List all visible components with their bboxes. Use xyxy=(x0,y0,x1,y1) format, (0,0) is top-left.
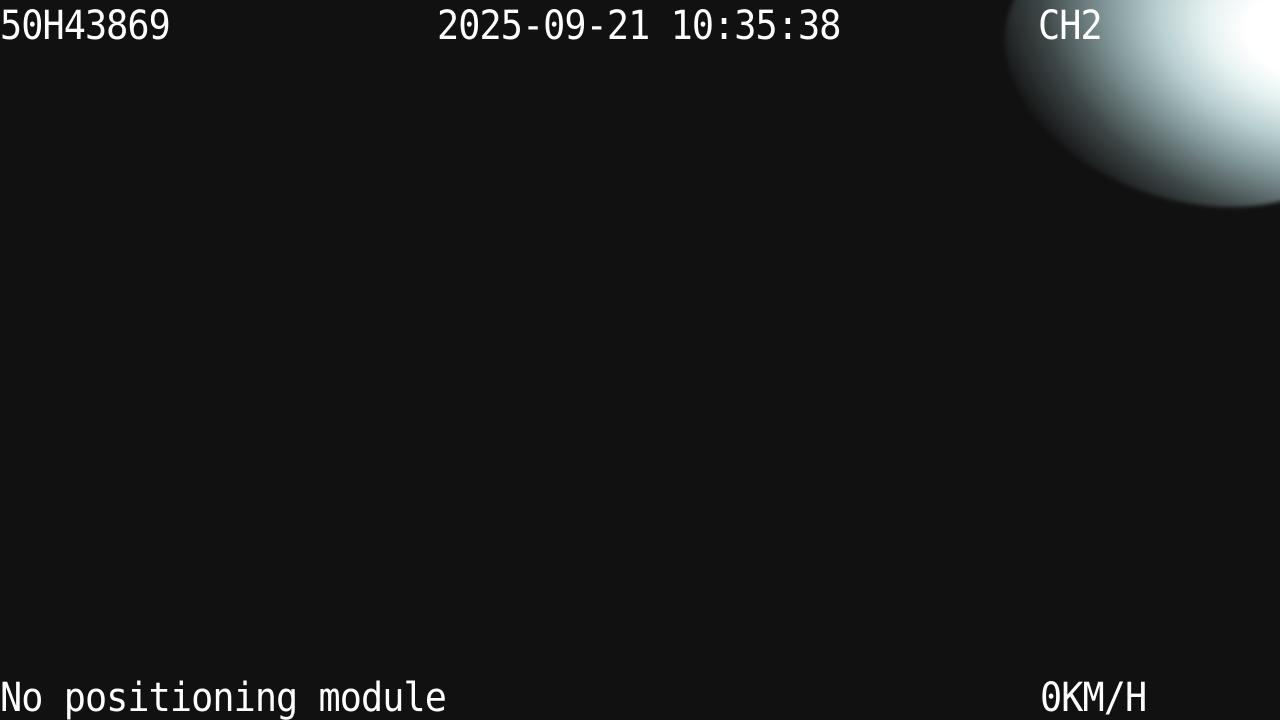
light-glare xyxy=(969,0,1280,253)
timestamp-label: 2025-09-21 10:35:38 xyxy=(437,3,841,49)
channel-label: CH2 xyxy=(1038,3,1103,49)
speed-label: 0KM/H xyxy=(1040,675,1147,720)
vehicle-plate-label: 50H43869 xyxy=(0,3,171,49)
camera-frame: 50H43869 2025-09-21 10:35:38 CH2 No posi… xyxy=(0,0,1280,720)
gps-status-label: No positioning module xyxy=(0,675,447,720)
